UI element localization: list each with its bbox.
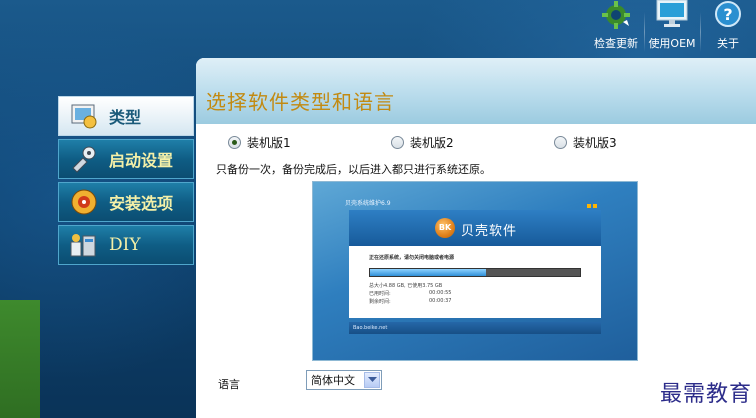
use-oem-label: 使用OEM (648, 37, 696, 50)
page-title: 选择软件类型和语言 (206, 90, 395, 114)
boot-icon (69, 144, 99, 174)
app-window: 检查更新 使用OEM ? 关于 类型 启动设置 安装选项 DIY 选择软件类型和… (0, 0, 756, 418)
preview-image: 贝壳系统维护6.9 BK 贝壳软件 正在还原系统，请勿关闭电脑或者电源 总大小4… (312, 181, 638, 361)
radio-unselected-icon (391, 136, 404, 149)
nav-item-install-options[interactable]: 安装选项 (58, 182, 194, 222)
preview-footer: Bao.beike.net (349, 322, 601, 334)
language-select[interactable]: 简体中文 (306, 370, 382, 390)
preview-logo: BK (435, 218, 455, 238)
preview-brand: 贝壳软件 (461, 224, 518, 239)
type-icon (69, 101, 99, 131)
language-value: 简体中文 (311, 374, 355, 387)
about-button[interactable]: ? 关于 (700, 0, 756, 60)
option-installer-3-label: 装机版3 (573, 136, 617, 150)
type-options: 装机版1 装机版2 装机版3 (196, 131, 756, 151)
nav-item-boot-settings[interactable]: 启动设置 (58, 139, 194, 179)
nav-item-diy[interactable]: DIY (58, 225, 194, 265)
option-installer-3[interactable]: 装机版3 (554, 134, 617, 151)
nav-label-boot-settings: 启动设置 (109, 151, 174, 170)
check-update-label: 检查更新 (594, 37, 638, 50)
language-label: 语言 (218, 378, 240, 391)
desktop-wallpaper-edge (0, 300, 40, 418)
use-oem-button[interactable]: 使用OEM (644, 0, 700, 60)
radio-selected-icon (228, 136, 241, 149)
option-installer-1-label: 装机版1 (247, 136, 291, 150)
preview-window-title-text: 贝壳系统维护6.9 (345, 200, 391, 207)
nav-label-install-options: 安装选项 (109, 194, 174, 213)
about-label: 关于 (717, 37, 739, 50)
preview-stat-size: 总大小4.88 GB, 已使用3.75 GB (369, 283, 443, 289)
option-installer-2[interactable]: 装机版2 (391, 134, 454, 151)
help-icon: ? (713, 0, 743, 33)
option-installer-1[interactable]: 装机版1 (228, 134, 291, 151)
preview-progress-fill (370, 269, 486, 276)
nav-label-type: 类型 (109, 108, 142, 127)
top-toolbar: 检查更新 使用OEM ? 关于 (588, 0, 756, 60)
diy-icon (69, 230, 99, 260)
preview-progress-dialog: 正在还原系统，请勿关闭电脑或者电源 总大小4.88 GB, 已使用3.75 GB… (349, 246, 601, 318)
preview-stat-remaining-label: 剩余时间: (369, 299, 391, 305)
panel-header: 选择软件类型和语言 (196, 58, 756, 124)
svg-text:?: ? (723, 5, 732, 24)
preview-stat-elapsed-label: 已用时间: (369, 291, 391, 297)
preview-stat-remaining-value: 00:00:37 (429, 298, 452, 304)
nav-item-type[interactable]: 类型 (58, 96, 194, 136)
nav-label-diy: DIY (109, 235, 141, 255)
option-installer-2-label: 装机版2 (410, 136, 454, 150)
sidebar-nav: 类型 启动设置 安装选项 DIY (58, 96, 194, 268)
preview-message: 正在还原系统，请勿关闭电脑或者电源 (369, 255, 455, 261)
preview-progress-bar (369, 268, 581, 277)
watermark: 最需教育 (659, 382, 752, 407)
monitor-icon (655, 0, 689, 33)
chevron-down-icon[interactable] (364, 372, 380, 388)
preview-stat-elapsed-value: 00:00:55 (429, 290, 452, 296)
install-icon (69, 187, 99, 217)
preview-window-title: 贝壳系统维护6.9 (345, 199, 603, 209)
option-description: 只备份一次，备份完成后，以后进入都只进行系统还原。 (216, 163, 491, 176)
radio-unselected-icon (554, 136, 567, 149)
gear-update-icon (601, 0, 631, 33)
main-panel: 选择软件类型和语言 装机版1 装机版2 装机版3 只备份一次，备份完成后，以后进… (196, 58, 756, 418)
preview-window-controls-icon (585, 202, 599, 208)
check-update-button[interactable]: 检查更新 (588, 0, 644, 60)
preview-banner: BK 贝壳软件 (349, 210, 601, 246)
